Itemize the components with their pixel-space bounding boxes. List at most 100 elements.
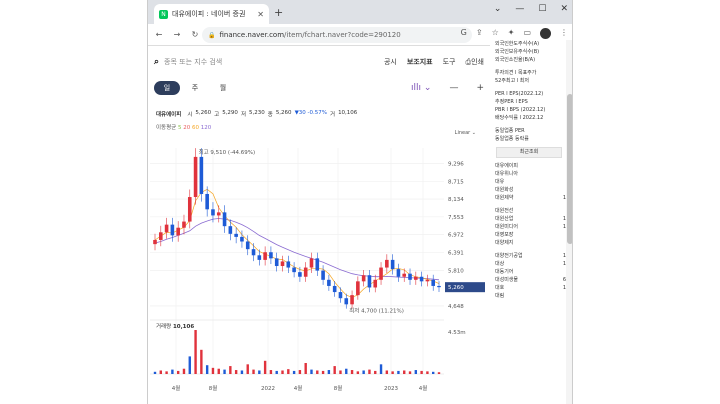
reload-icon[interactable]: ↻: [188, 30, 202, 39]
recent-item[interactable]: 대성미생물 6: [490, 276, 568, 284]
period-day-button[interactable]: 일: [154, 81, 180, 95]
candle-body: [315, 258, 320, 271]
candle-body: [309, 258, 314, 268]
sidebar-info-row[interactable]: 배당수익률 l 2022.12: [490, 114, 568, 122]
recent-item[interactable]: 대호 1: [490, 284, 568, 292]
recent-item[interactable]: 대원전선: [490, 207, 568, 215]
candle-body: [327, 279, 331, 286]
bookmark-star-icon[interactable]: ☆: [492, 28, 499, 39]
sidebar-info-row[interactable]: PBR l BPS (2022.12): [490, 106, 568, 114]
recent-item[interactable]: 대유: [490, 178, 568, 186]
recent-item[interactable]: 대원산업 1: [490, 215, 568, 223]
ma-120[interactable]: 120: [201, 125, 212, 131]
candle-body: [292, 267, 296, 273]
volume-bar: [345, 368, 348, 374]
tab-bar: N 대유에이피 : 네이버 증권 ✕ + ⌄ — ☐ ✕: [148, 0, 572, 24]
back-icon[interactable]: ←: [152, 30, 166, 39]
menu-kebab-icon[interactable]: ⋮: [560, 28, 568, 39]
ma-legend: 이동평균 5 20 60 120: [156, 123, 211, 131]
recent-item[interactable]: 대원화성: [490, 186, 568, 194]
sidebar-text: 대양제지: [495, 240, 514, 246]
new-tab-icon[interactable]: +: [274, 6, 283, 19]
period-month-button[interactable]: 월: [210, 81, 236, 95]
sidebar-info-row[interactable]: 52주최고 l 최저: [490, 77, 568, 85]
google-icon[interactable]: G: [461, 28, 467, 39]
sidebar-info-row[interactable]: 추정PER l EPS: [490, 98, 568, 106]
volume-bar: [298, 370, 302, 374]
search-icon[interactable]: ⌕: [154, 57, 159, 67]
extensions-icon[interactable]: ✦: [508, 28, 515, 39]
volume-label: 거: [330, 112, 336, 118]
candle-type-icon[interactable]: ıllı ⌄: [411, 83, 431, 93]
avatar[interactable]: [540, 28, 551, 39]
scale-mode-toggle[interactable]: Linear ⌄: [455, 130, 476, 136]
volume-value: 10,106: [338, 110, 358, 116]
screen: N 대유에이피 : 네이버 증권 ✕ + ⌄ — ☐ ✕ ← → ↻ 🔒 fin…: [0, 0, 720, 404]
candle-body: [344, 298, 349, 305]
ma-20[interactable]: 20: [183, 125, 190, 131]
sidebar-info-row[interactable]: 투자의견 l 목표주가: [490, 69, 568, 77]
url-host: finance.naver.com: [219, 31, 285, 39]
volume-bar: [229, 366, 232, 374]
volume-bar: [217, 368, 220, 374]
volume-bar: [188, 356, 191, 374]
search-input[interactable]: 종목 또는 지수 검색: [164, 57, 222, 67]
candle-body: [251, 249, 256, 256]
volume-bar: [240, 370, 244, 374]
recent-item[interactable]: 대유에이피: [490, 162, 568, 170]
candle-body: [408, 273, 412, 280]
menu-print[interactable]: ⎙인쇄: [466, 57, 485, 67]
ma-60[interactable]: 60: [192, 125, 199, 131]
share-icon[interactable]: ⇪: [476, 28, 483, 39]
zoom-in-icon[interactable]: +: [476, 83, 484, 93]
forward-icon[interactable]: →: [170, 30, 184, 39]
close-tab-icon[interactable]: ✕: [257, 10, 264, 19]
candle-body: [187, 197, 192, 222]
sidebar-info-row[interactable]: 외국인소진율(B/A): [490, 56, 568, 64]
sidebar-text: PBR l BPS (2022.12): [495, 107, 546, 113]
sidebar-info-row[interactable]: 외국인보유주식수(B): [490, 48, 568, 56]
close-window-icon[interactable]: ✕: [560, 4, 568, 14]
sidepanel-icon[interactable]: ▭: [523, 28, 531, 39]
tab-search-icon[interactable]: ⌄: [494, 4, 502, 14]
recent-item[interactable]: 대원제약 1: [490, 194, 568, 202]
period-week-button[interactable]: 주: [182, 81, 208, 95]
volume-bar: [171, 369, 174, 374]
price-chart[interactable]: 9,296 8,715 8,134 7,553 6,972 6,391 5,810 5,260…: [148, 140, 488, 404]
volume-bar: [258, 370, 261, 374]
candle-body: [402, 273, 407, 277]
recent-item[interactable]: 대동기어: [490, 268, 568, 276]
menu-tools[interactable]: 도구: [443, 57, 456, 67]
sidebar-text: 52주최고 l 최저: [495, 78, 529, 84]
recent-item[interactable]: 대원미디어 1: [490, 223, 568, 231]
volume-title: 거래량 10,106: [156, 324, 195, 330]
recent-item[interactable]: 대영포장: [490, 231, 568, 239]
recent-item[interactable]: 대양전기공업 1: [490, 252, 568, 260]
menu-disclosure[interactable]: 공시: [384, 57, 397, 67]
recent-item[interactable]: 대유위니아: [490, 170, 568, 178]
volume-bar: [356, 371, 360, 374]
scroll-thumb[interactable]: [567, 94, 572, 244]
minimize-icon[interactable]: —: [515, 4, 524, 14]
recent-item[interactable]: 대양제지: [490, 239, 568, 247]
recent-item[interactable]: 대림: [490, 292, 568, 300]
volume-bar: [385, 370, 389, 374]
maximize-icon[interactable]: ☐: [538, 4, 546, 14]
zoom-out-icon[interactable]: —: [449, 83, 458, 93]
recent-item[interactable]: 대상 1: [490, 260, 568, 268]
url-field[interactable]: 🔒 finance.naver.com /item/fchart.naver?c…: [202, 27, 472, 43]
sidebar-info-row[interactable]: 동일업종 PER: [490, 127, 568, 135]
low-label: 저: [240, 112, 246, 118]
sidebar-info-row[interactable]: PER l EPS(2022.12): [490, 90, 568, 98]
url-path: /item/fchart.naver?code=290120: [284, 31, 401, 39]
candle-body: [153, 239, 157, 245]
sidebar-text: 동일업종 PER: [495, 128, 525, 134]
menu-indicators[interactable]: 보조지표: [407, 57, 433, 67]
ma-5[interactable]: 5: [178, 125, 182, 131]
vertical-scrollbar[interactable]: [566, 40, 572, 404]
volume-bar: [292, 370, 296, 374]
sidebar-info-row[interactable]: 동일업종 등락률: [490, 135, 568, 143]
browser-tab[interactable]: N 대유에이피 : 네이버 증권 ✕: [154, 4, 269, 24]
sidebar-text: 추정PER l EPS: [495, 99, 528, 105]
sidebar-info-row[interactable]: 외국인한도주식수(A): [490, 40, 568, 48]
